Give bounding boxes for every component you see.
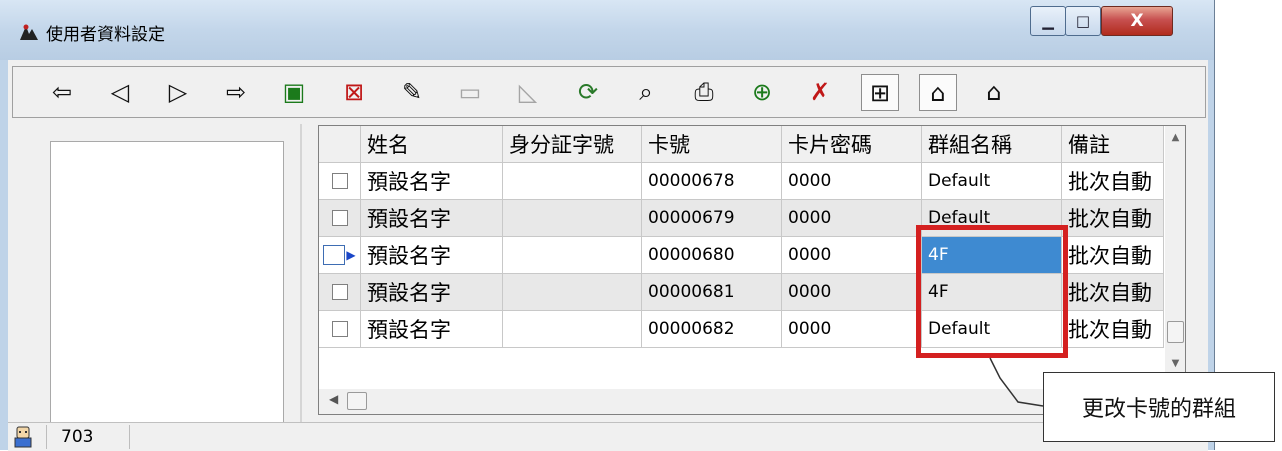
- callout-label: 更改卡號的群組: [1043, 372, 1275, 442]
